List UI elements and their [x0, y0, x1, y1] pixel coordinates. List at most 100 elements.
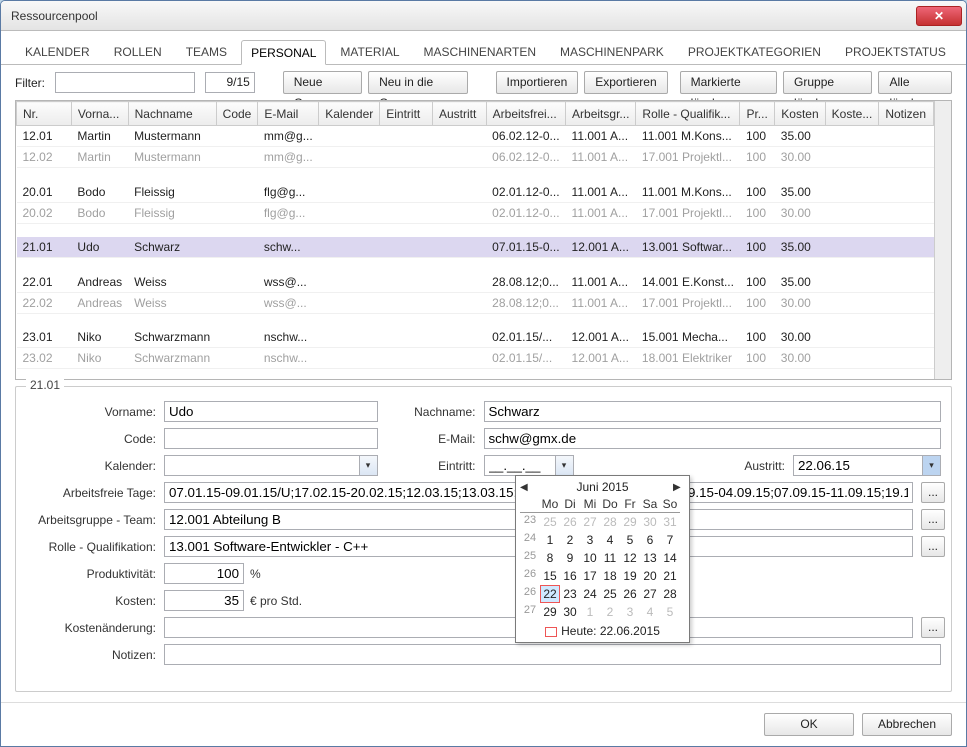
column-header[interactable]: E-Mail — [258, 102, 319, 126]
calendar-day[interactable]: 10 — [580, 549, 600, 567]
kosten-field[interactable] — [164, 590, 244, 611]
table-row[interactable]: 23.01NikoSchwarzmannnschw...02.01.15/...… — [17, 327, 934, 348]
tab-personal[interactable]: PERSONAL — [241, 40, 326, 65]
calendar-day[interactable]: 25 — [540, 513, 560, 531]
new-in-group-button[interactable]: Neu in die Gruppe — [368, 71, 468, 94]
calendar-day[interactable]: 30 — [560, 603, 580, 621]
table-row[interactable]: 12.02MartinMustermannmm@g...06.02.12-0..… — [17, 147, 934, 168]
date-picker[interactable]: ◀ Juni 2015 ▶ MoDiMiDoFrSaSo232526272829… — [515, 475, 690, 643]
calendar-day[interactable]: 3 — [580, 531, 600, 549]
table-row[interactable]: 20.01BodoFleissigflg@g...02.01.12-0...11… — [17, 182, 934, 203]
calendar-day[interactable]: 5 — [660, 603, 680, 621]
calendar-day[interactable]: 23 — [560, 585, 580, 603]
calendar-day[interactable]: 20 — [640, 567, 660, 585]
column-header[interactable]: Code — [216, 102, 258, 126]
calendar-day[interactable]: 25 — [600, 585, 620, 603]
next-month-icon[interactable]: ▶ — [673, 482, 685, 493]
calendar-day[interactable]: 6 — [640, 531, 660, 549]
ok-button[interactable]: OK — [764, 713, 854, 736]
cancel-button[interactable]: Abbrechen — [862, 713, 952, 736]
calendar-day[interactable]: 2 — [560, 531, 580, 549]
table-header[interactable]: Nr.Vorna...NachnameCodeE-MailKalenderEin… — [17, 102, 934, 126]
column-header[interactable]: Arbeitsgr... — [566, 102, 636, 126]
calendar-day[interactable]: 28 — [660, 585, 680, 603]
calendar-day[interactable]: 27 — [640, 585, 660, 603]
calendar-day[interactable]: 9 — [560, 549, 580, 567]
calendar-day[interactable]: 31 — [660, 513, 680, 531]
calendar-day[interactable]: 19 — [620, 567, 640, 585]
calendar-day[interactable]: 14 — [660, 549, 680, 567]
notizen-field[interactable] — [164, 644, 941, 665]
delete-marked-button[interactable]: Markierte löschen — [680, 71, 777, 94]
data-grid[interactable]: Nr.Vorna...NachnameCodeE-MailKalenderEin… — [15, 100, 952, 380]
calendar-day[interactable]: 8 — [540, 549, 560, 567]
calendar-day[interactable]: 26 — [620, 585, 640, 603]
close-icon[interactable]: ✕ — [916, 6, 962, 26]
prod-field[interactable] — [164, 563, 244, 584]
calendar-day[interactable]: 13 — [640, 549, 660, 567]
tab-projektkategorien[interactable]: PROJEKTKATEGORIEN — [678, 39, 831, 64]
column-header[interactable]: Austritt — [432, 102, 486, 126]
calendar-day[interactable]: 16 — [560, 567, 580, 585]
column-header[interactable]: Nachname — [128, 102, 216, 126]
vertical-scrollbar[interactable] — [934, 101, 951, 379]
kalender-combo[interactable]: ▾ — [164, 455, 378, 476]
calendar-day[interactable]: 12 — [620, 549, 640, 567]
freitage-field[interactable] — [164, 482, 524, 503]
table-row[interactable]: 22.02AndreasWeisswss@...28.08.12;0...11.… — [17, 292, 934, 313]
table-row[interactable]: 20.02BodoFleissigflg@g...02.01.12-0...11… — [17, 202, 934, 223]
calendar-day[interactable]: 28 — [600, 513, 620, 531]
calendar-day[interactable]: 4 — [640, 603, 660, 621]
calendar-day[interactable]: 26 — [560, 513, 580, 531]
code-field[interactable] — [164, 428, 378, 449]
table-row[interactable]: 21.01UdoSchwarzschw...07.01.15-0...12.00… — [17, 237, 934, 258]
tab-material[interactable]: MATERIAL — [330, 39, 409, 64]
rolle-more-button[interactable]: ... — [921, 536, 945, 557]
calendar-day[interactable]: 17 — [580, 567, 600, 585]
calendar-day[interactable]: 3 — [620, 603, 640, 621]
column-header[interactable]: Kosten — [775, 102, 825, 126]
column-header[interactable]: Vorna... — [71, 102, 128, 126]
calendar-day[interactable]: 15 — [540, 567, 560, 585]
calendar-day[interactable]: 11 — [600, 549, 620, 567]
column-header[interactable]: Kalender — [319, 102, 380, 126]
calendar-day[interactable]: 29 — [540, 603, 560, 621]
column-header[interactable]: Arbeitsfrei... — [486, 102, 565, 126]
table-row[interactable]: 23.02NikoSchwarzmannnschw...02.01.15/...… — [17, 348, 934, 369]
freitage-field-tail[interactable] — [683, 482, 913, 503]
freitage-more-button[interactable]: ... — [921, 482, 945, 503]
chevron-down-icon[interactable]: ▾ — [360, 455, 378, 476]
import-button[interactable]: Importieren — [496, 71, 579, 94]
tab-maschinenarten[interactable]: MASCHINENARTEN — [414, 39, 546, 64]
calendar-day[interactable]: 1 — [540, 531, 560, 549]
export-button[interactable]: Exportieren — [584, 71, 667, 94]
calendar-day[interactable]: 29 — [620, 513, 640, 531]
delete-all-button[interactable]: Alle löschen — [878, 71, 952, 94]
today-link[interactable]: Heute: 22.06.2015 — [520, 624, 685, 638]
kostenaend-more-button[interactable]: ... — [921, 617, 945, 638]
tab-kalender[interactable]: KALENDER — [15, 39, 100, 64]
chevron-down-icon[interactable]: ▾ — [923, 455, 941, 476]
prev-month-icon[interactable]: ◀ — [520, 482, 532, 493]
table-row[interactable]: 22.01AndreasWeisswss@...28.08.12;0...11.… — [17, 272, 934, 293]
column-header[interactable]: Notizen — [879, 102, 934, 126]
nachname-field[interactable] — [484, 401, 942, 422]
tab-projektstatus[interactable]: PROJEKTSTATUS — [835, 39, 956, 64]
column-header[interactable]: Nr. — [17, 102, 72, 126]
calendar-day[interactable]: 22 — [540, 585, 560, 603]
calendar-day[interactable]: 7 — [660, 531, 680, 549]
austritt-combo[interactable]: ▾ — [793, 455, 941, 476]
calendar-day[interactable]: 18 — [600, 567, 620, 585]
vorname-field[interactable] — [164, 401, 378, 422]
tab-rollen[interactable]: ROLLEN — [104, 39, 172, 64]
tab-teams[interactable]: TEAMS — [176, 39, 237, 64]
column-header[interactable]: Koste... — [825, 102, 879, 126]
calendar-day[interactable]: 24 — [580, 585, 600, 603]
filter-input[interactable] — [55, 72, 195, 93]
tab-maschinenpark[interactable]: MASCHINENPARK — [550, 39, 674, 64]
team-more-button[interactable]: ... — [921, 509, 945, 530]
calendar-title[interactable]: Juni 2015 — [538, 480, 667, 494]
calendar-day[interactable]: 21 — [660, 567, 680, 585]
calendar-day[interactable]: 2 — [600, 603, 620, 621]
calendar-day[interactable]: 5 — [620, 531, 640, 549]
